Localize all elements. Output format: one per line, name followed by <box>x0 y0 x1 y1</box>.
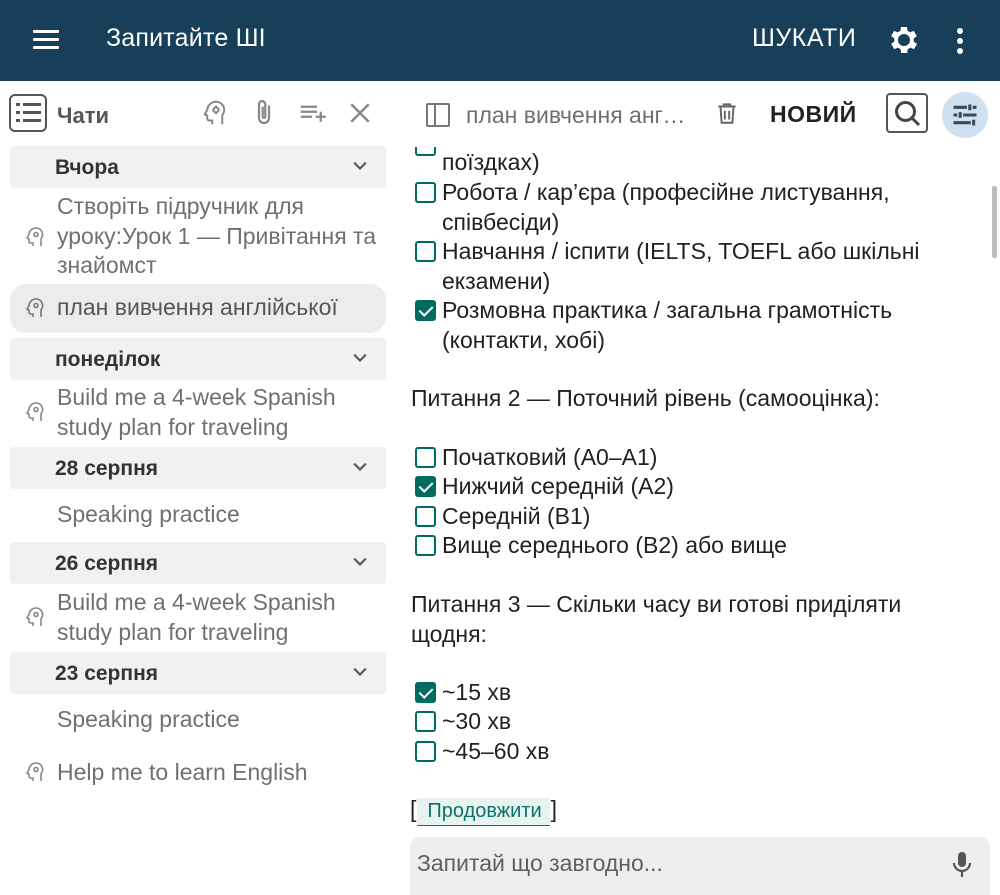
option-label: ~15 хв <box>442 679 512 705</box>
sidebar-toggle-icon[interactable] <box>426 103 450 127</box>
chat-item[interactable]: Build me a 4-week Spanish study plan for… <box>10 383 386 445</box>
chat-item[interactable]: Speaking practice <box>10 705 386 739</box>
chat-group-label: понеділок <box>55 348 161 371</box>
new-chat-button[interactable]: НОВИЙ <box>770 101 857 128</box>
chat-item[interactable]: Build me a 4-week Spanish study plan for… <box>10 588 386 650</box>
filter-settings-icon[interactable] <box>942 92 988 138</box>
option-label: ~30 хв <box>442 708 512 734</box>
chat-group-label: 26 серпня <box>55 552 159 575</box>
brain-icon <box>25 402 44 421</box>
search-icon[interactable] <box>886 93 928 133</box>
checkbox[interactable] <box>415 711 436 732</box>
chat-panel: план вивчення англійської НОВИЙ поїздках… <box>398 81 1000 895</box>
checkbox[interactable] <box>415 741 436 762</box>
option-label: Середній (B1) <box>442 503 591 529</box>
chat-group-aug-28[interactable]: 28 серпня <box>10 447 386 489</box>
continue-row: [Продовжити] <box>410 796 557 826</box>
question-2: Питання 2 — Поточний рівень (самооцінка)… <box>411 385 880 411</box>
brain-icon <box>25 298 44 317</box>
app-title: Запитайте ШІ <box>106 24 266 52</box>
chat-item[interactable]: Help me to learn English <box>10 758 386 792</box>
checkbox[interactable] <box>415 447 436 468</box>
chat-item-title: Speaking practice <box>57 706 240 732</box>
message-input[interactable]: Запитай що завгодно... <box>410 837 990 895</box>
chat-item-title: Створіть підручник для уроку:Урок 1 — Пр… <box>57 193 377 278</box>
chat-item-title: план вивчення англійської <box>57 294 338 320</box>
close-icon[interactable] <box>345 98 375 128</box>
scrollbar[interactable] <box>992 186 997 258</box>
option-label: Розмовна практика / загальна грамотність… <box>442 297 893 353</box>
app-bar: Запитайте ШІ ШУКАТИ <box>0 0 1000 81</box>
checkbox[interactable] <box>415 241 436 262</box>
chat-group-label: Вчора <box>55 156 119 179</box>
more-options-icon[interactable] <box>948 22 972 60</box>
bracket-open: [ <box>410 796 417 822</box>
option-label: Нижчий середній (A2) <box>442 473 674 499</box>
chevron-down-icon <box>353 462 367 471</box>
option-label: Вище середнього (B2) або вище <box>442 532 787 558</box>
brain-icon <box>25 607 44 626</box>
brain-icon[interactable] <box>201 98 231 128</box>
option-label: Початковий (A0–A1) <box>442 444 658 470</box>
chat-group-aug-23[interactable]: 23 серпня <box>10 652 386 694</box>
chat-item-title: Speaking practice <box>57 501 240 527</box>
gear-icon[interactable] <box>886 22 922 58</box>
brain-icon <box>25 227 44 246</box>
checkbox-checked[interactable] <box>415 682 436 703</box>
option-label: Навчання / іспити (IELTS, TOEFL або шкіл… <box>442 238 920 294</box>
chat-group-yesterday[interactable]: Вчора <box>10 146 386 188</box>
chevron-down-icon <box>353 557 367 566</box>
list-view-icon[interactable] <box>9 94 47 132</box>
message-input-placeholder: Запитай що завгодно... <box>417 850 663 876</box>
option-label: Робота / кар’єра (професійне листування,… <box>442 179 890 235</box>
checkbox-checked[interactable] <box>415 476 436 497</box>
chat-list-panel: Чати Вчора Створіть підручник для уроку:… <box>0 81 398 895</box>
question-3: Питання 3 — Скільки часу ви готові приді… <box>411 591 902 647</box>
checkbox-checked[interactable] <box>415 300 436 321</box>
checkbox[interactable] <box>415 147 436 156</box>
option-label: ~45–60 хв <box>442 738 550 764</box>
search-button[interactable]: ШУКАТИ <box>752 24 856 53</box>
chat-item[interactable]: Створіть підручник для уроку:Урок 1 — Пр… <box>10 192 386 284</box>
chat-list-header: Чати <box>0 81 398 147</box>
option-label: поїздках) <box>442 149 540 175</box>
chat-group-label: 23 серпня <box>55 662 159 685</box>
microphone-icon[interactable] <box>950 849 974 881</box>
chat-item-title: Help me to learn English <box>57 759 308 785</box>
bracket-close: ] <box>550 796 558 822</box>
chat-header: план вивчення англійської НОВИЙ <box>398 81 1000 147</box>
chat-group-aug-26[interactable]: 26 серпня <box>10 542 386 584</box>
chat-item-active[interactable]: план вивчення англійської <box>10 284 386 333</box>
continue-button[interactable]: Продовжити <box>417 798 550 826</box>
chat-item-title: Build me a 4-week Spanish study plan for… <box>57 384 336 440</box>
message-content: поїздках) Робота / кар’єра (професійне л… <box>398 147 988 835</box>
brain-icon <box>25 762 44 781</box>
trash-icon[interactable] <box>714 99 740 127</box>
chevron-down-icon <box>353 161 367 170</box>
chat-group-monday[interactable]: понеділок <box>10 338 386 380</box>
chat-item-title: Build me a 4-week Spanish study plan for… <box>57 589 336 645</box>
chat-group-label: 28 серпня <box>55 457 159 480</box>
chat-title: план вивчення англійської <box>466 102 698 128</box>
chevron-down-icon <box>353 667 367 676</box>
chats-label: Чати <box>57 103 109 128</box>
hamburger-icon[interactable] <box>30 24 64 58</box>
checkbox[interactable] <box>415 506 436 527</box>
chat-item[interactable]: Speaking practice <box>10 500 386 534</box>
checkbox[interactable] <box>415 535 436 556</box>
select-list-icon[interactable] <box>297 98 327 128</box>
attachment-icon[interactable] <box>249 98 279 128</box>
chevron-down-icon <box>353 353 367 362</box>
checkbox[interactable] <box>415 182 436 203</box>
